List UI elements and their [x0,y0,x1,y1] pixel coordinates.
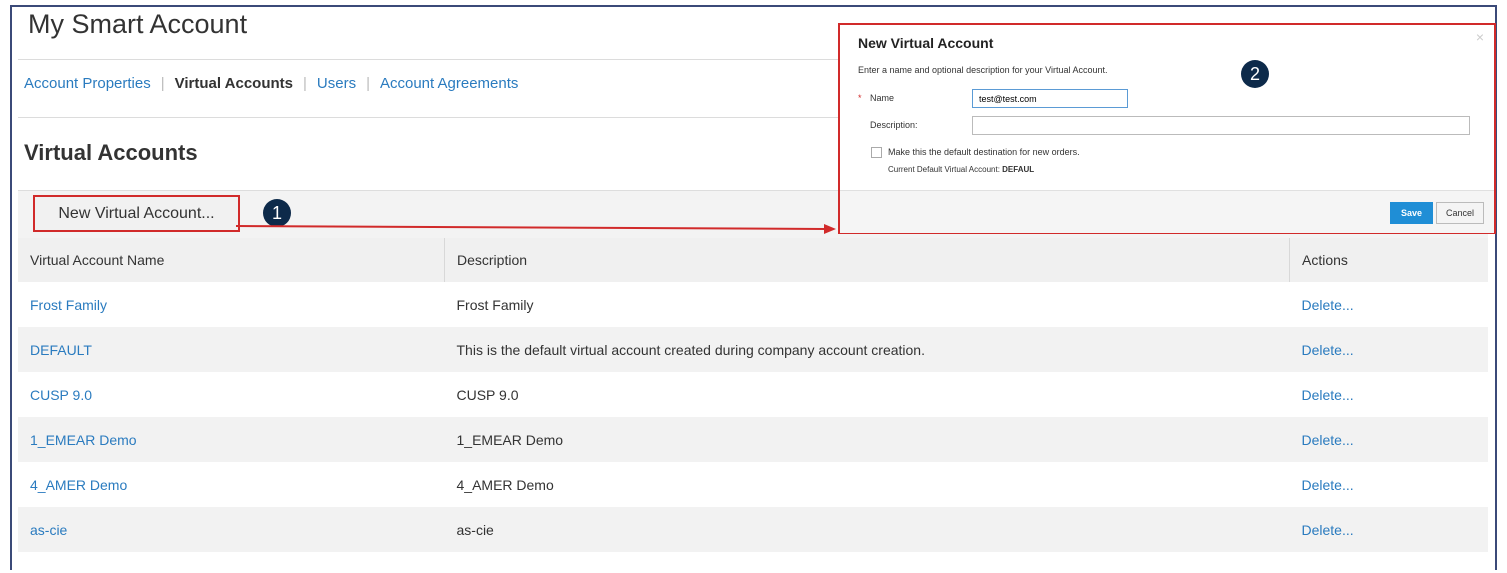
new-virtual-account-dialog: New Virtual Account × Enter a name and o… [838,23,1496,234]
table-header-row: Virtual Account Name Description Actions [18,238,1488,282]
current-default-caption: Current Default Virtual Account: [888,165,1000,174]
account-description: Frost Family [444,282,1290,327]
tab-separator: | [160,75,165,92]
column-header-description[interactable]: Description [444,238,1290,282]
page-title: My Smart Account [28,9,248,39]
table-row: 1_EMEAR Demo 1_EMEAR Demo Delete... [18,417,1488,462]
name-field[interactable] [972,89,1128,108]
table-row: 4_AMER Demo 4_AMER Demo Delete... [18,462,1488,507]
table-row: as-cie as-cie Delete... [18,507,1488,552]
account-tabs: Account Properties | Virtual Accounts | User… [24,75,518,92]
delete-link[interactable]: Delete... [1289,282,1488,327]
default-destination-label: Make this the default destination for ne… [888,147,1080,157]
tab-separator: | [366,75,370,92]
account-description: ASAv [444,552,1290,570]
description-label: Description: [870,120,918,130]
tab-virtual-accounts[interactable]: Virtual Accounts [175,75,293,92]
dialog-intro: Enter a name and optional description fo… [858,65,1108,75]
required-marker: * [858,93,862,103]
step-marker-2: 2 [1241,60,1269,88]
delete-link[interactable]: Delete... [1289,462,1488,507]
close-icon[interactable]: × [1476,29,1484,45]
tab-account-properties[interactable]: Account Properties [24,75,151,92]
column-header-actions: Actions [1289,238,1488,282]
current-default-value: DEFAUL [1002,165,1035,174]
table-row: ASAv ASAv Delete... [18,552,1488,570]
delete-link[interactable]: Delete... [1289,372,1488,417]
account-description: 1_EMEAR Demo [444,417,1290,462]
tab-separator: | [303,75,307,92]
account-description: CUSP 9.0 [444,372,1290,417]
delete-link[interactable]: Delete... [1289,417,1488,462]
section-title: Virtual Accounts [24,140,198,165]
account-description: 4_AMER Demo [444,462,1290,507]
table-row: Frost Family Frost Family Delete... [18,282,1488,327]
table-row: DEFAULT This is the default virtual acco… [18,327,1488,372]
account-name-link[interactable]: 1_EMEAR Demo [18,417,445,462]
account-description: as-cie [444,507,1290,552]
cancel-button[interactable]: Cancel [1436,202,1484,224]
tab-users[interactable]: Users [317,75,356,92]
virtual-accounts-table: Virtual Account Name Description Actions… [18,238,1488,570]
dialog-title: New Virtual Account [858,35,994,51]
account-name-link[interactable]: Frost Family [18,282,445,327]
account-description: This is the default virtual account crea… [444,327,1290,372]
delete-link[interactable]: Delete... [1289,507,1488,552]
save-button[interactable]: Save [1390,202,1433,224]
dialog-footer: Save Cancel [840,190,1494,233]
tab-account-agreements[interactable]: Account Agreements [380,75,518,92]
description-field[interactable] [972,116,1470,135]
step-marker-1: 1 [263,199,291,227]
account-name-link[interactable]: ASAv [18,552,445,570]
delete-link[interactable]: Delete... [1289,552,1488,570]
account-name-link[interactable]: CUSP 9.0 [18,372,445,417]
delete-link[interactable]: Delete... [1289,327,1488,372]
account-name-link[interactable]: DEFAULT [18,327,445,372]
current-default-label: Current Default Virtual Account: DEFAUL [888,165,1034,174]
account-name-link[interactable]: as-cie [18,507,445,552]
new-virtual-account-button[interactable]: New Virtual Account... [33,195,240,232]
account-name-link[interactable]: 4_AMER Demo [18,462,445,507]
column-header-name[interactable]: Virtual Account Name [18,238,445,282]
default-destination-checkbox[interactable] [871,147,882,158]
name-label: Name [870,93,895,103]
table-row: CUSP 9.0 CUSP 9.0 Delete... [18,372,1488,417]
